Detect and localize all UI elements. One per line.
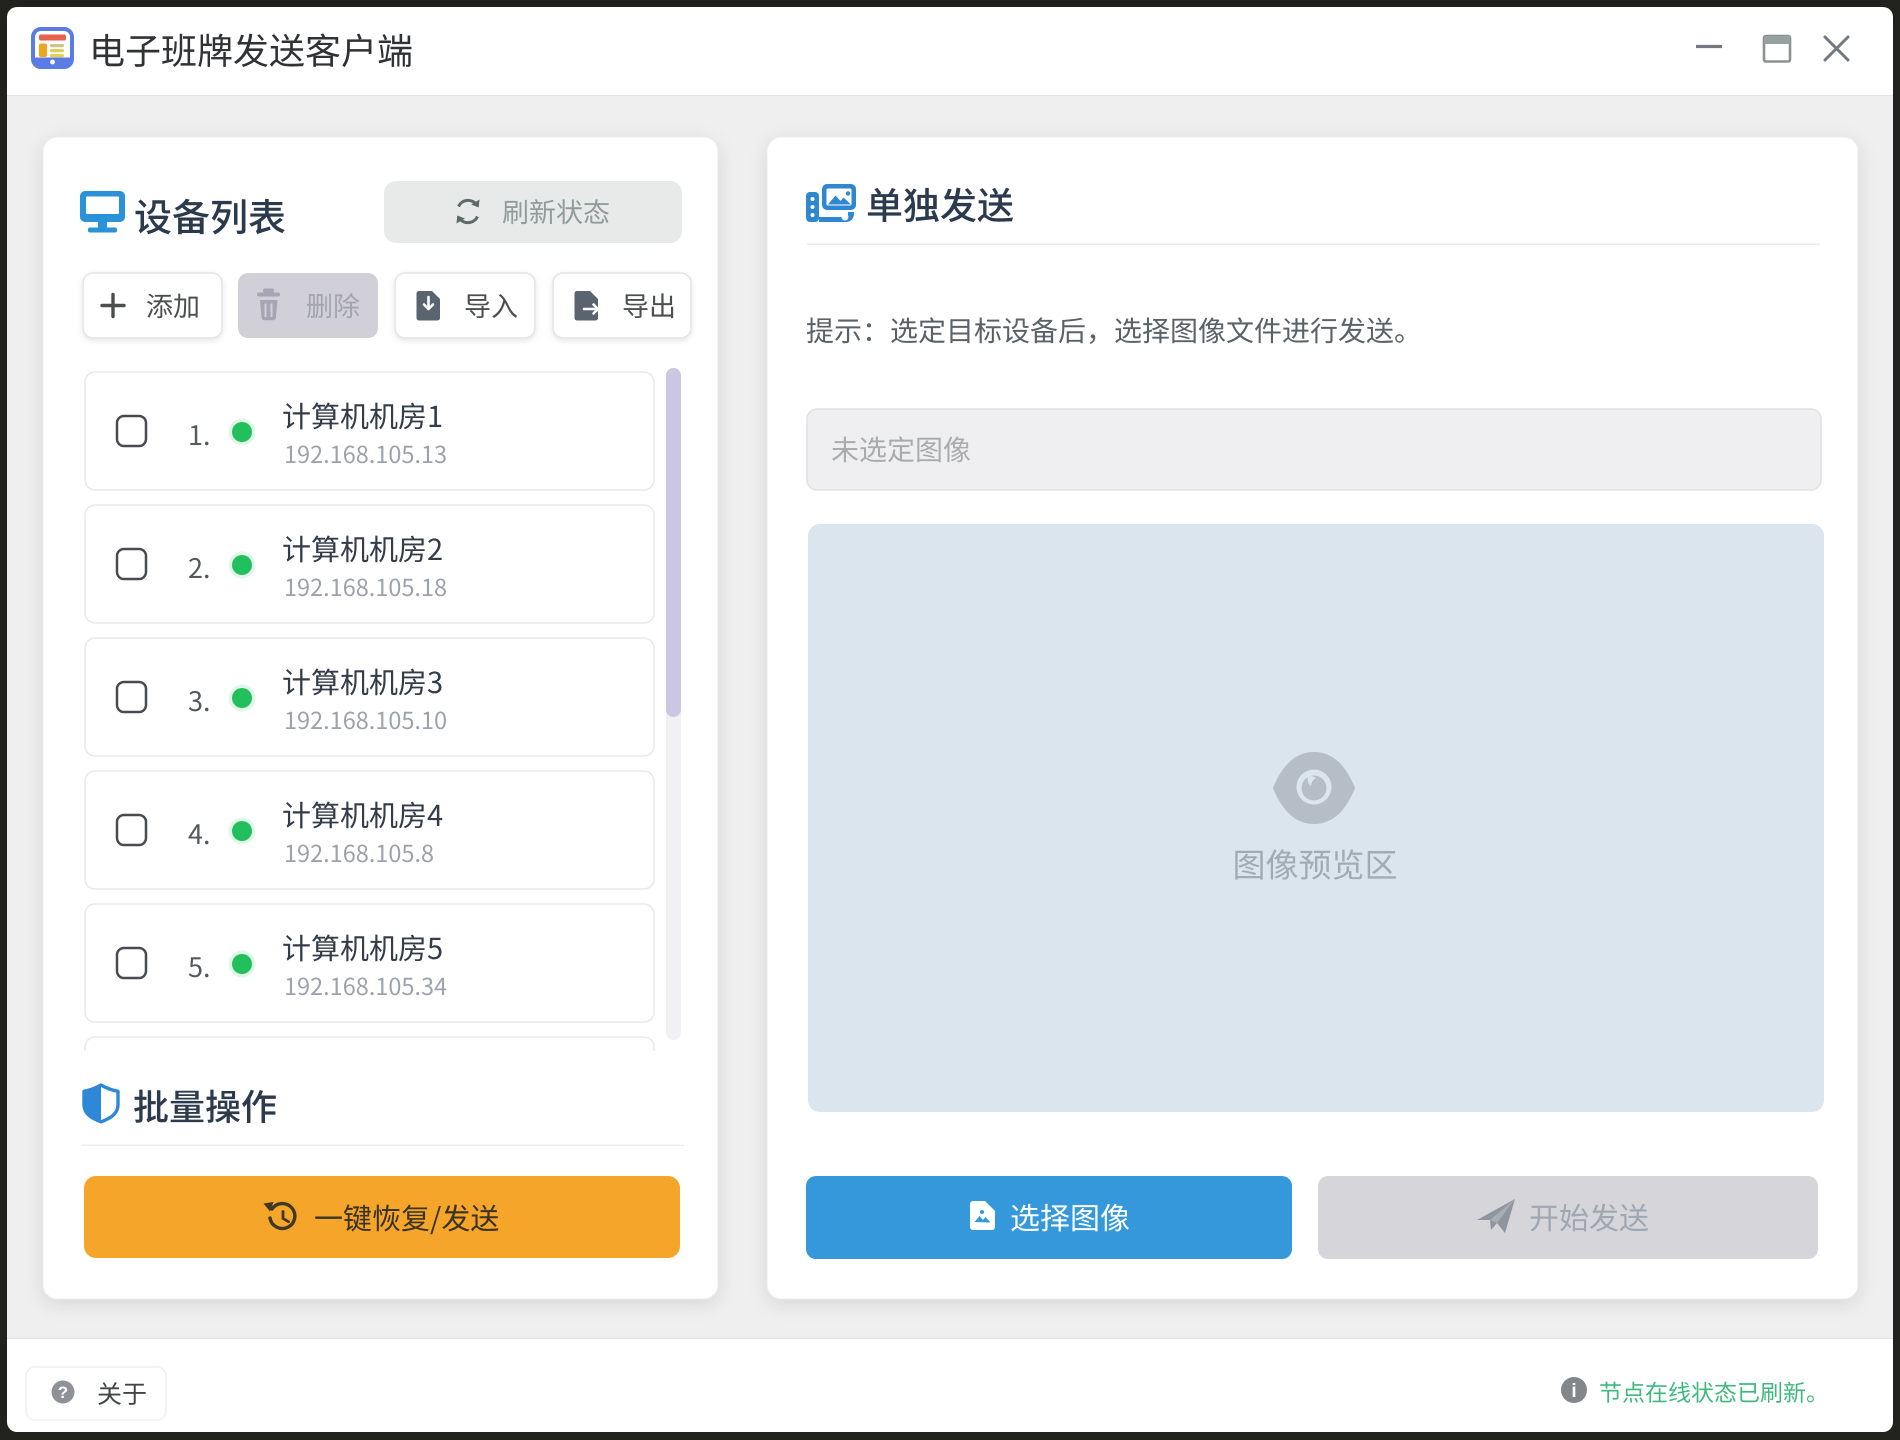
svg-text:?: ? xyxy=(58,1383,68,1402)
svg-text:i: i xyxy=(1571,1381,1576,1402)
